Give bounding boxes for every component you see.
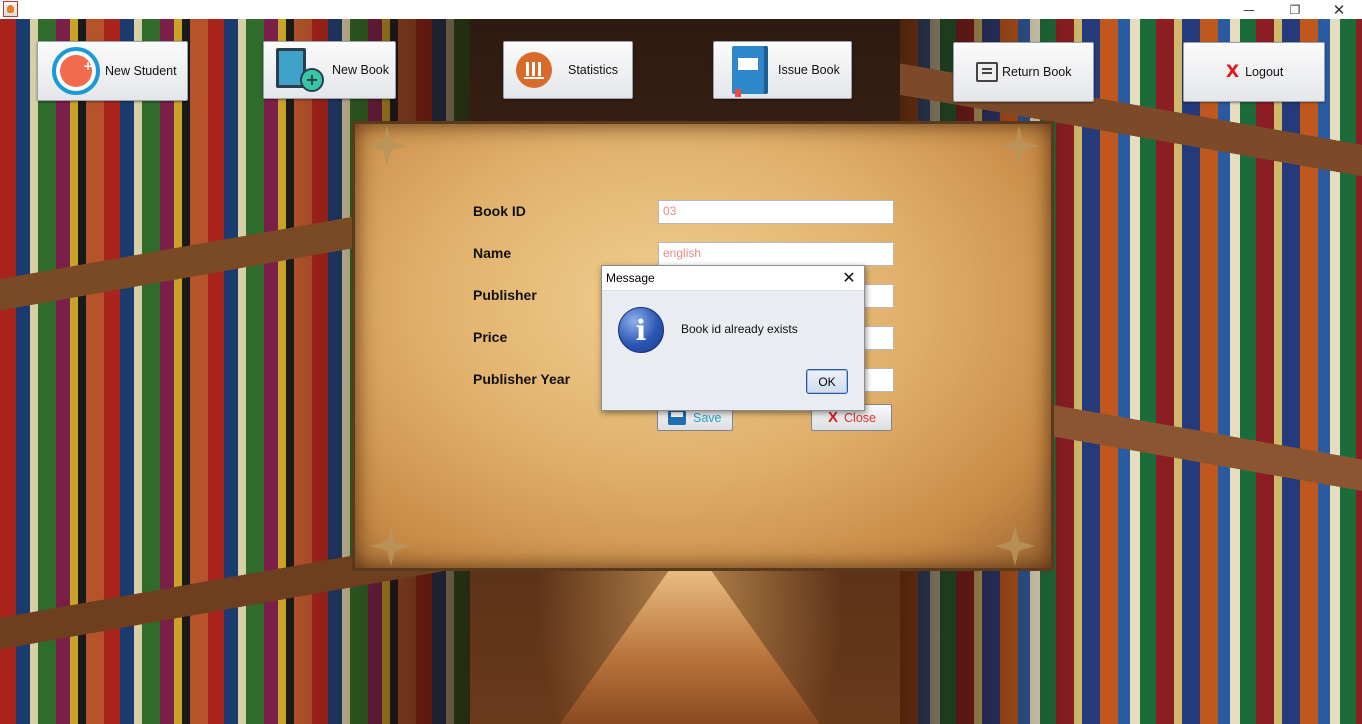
issue-book-button[interactable]: Issue Book — [713, 41, 852, 99]
add-user-icon — [52, 47, 100, 95]
x-icon: X — [1226, 62, 1240, 82]
bar-chart-icon — [516, 52, 552, 88]
statistics-button[interactable]: Statistics — [503, 41, 633, 99]
library-corridor — [560, 559, 820, 724]
book-id-field[interactable]: 03 — [658, 200, 894, 224]
ok-button[interactable]: OK — [806, 369, 848, 394]
info-icon: i — [618, 307, 664, 353]
add-book-icon: + — [276, 46, 326, 94]
dialog-close-icon[interactable]: ✕ — [838, 267, 860, 289]
star-ornament-icon — [367, 126, 407, 166]
dialog-titlebar: Message ✕ — [602, 266, 864, 291]
book-icon — [732, 46, 768, 97]
star-ornament-icon — [995, 526, 1035, 566]
java-app-icon — [3, 1, 18, 17]
new-book-label: New Book — [332, 63, 389, 77]
minimize-button[interactable]: — — [1226, 0, 1272, 19]
return-icon — [976, 62, 998, 82]
message-dialog: Message ✕ i Book id already exists OK — [601, 265, 865, 411]
price-label: Price — [473, 329, 508, 345]
star-ornament-icon — [999, 126, 1039, 166]
logout-label: Logout — [1245, 65, 1284, 79]
book-id-label: Book ID — [473, 203, 526, 219]
return-book-label: Return Book — [1002, 65, 1072, 79]
window-titlebar: — ❐ ✕ — [0, 0, 1362, 19]
dialog-message: Book id already exists — [681, 322, 798, 336]
save-label: Save — [693, 410, 722, 425]
return-book-button[interactable]: Return Book — [953, 42, 1094, 102]
issue-book-label: Issue Book — [778, 63, 840, 77]
star-ornament-icon — [371, 526, 411, 566]
publisher-label: Publisher — [473, 287, 537, 303]
name-label: Name — [473, 245, 512, 261]
name-field[interactable]: english — [658, 242, 894, 266]
window-close-button[interactable]: ✕ — [1316, 0, 1362, 19]
close-label: Close — [844, 410, 876, 425]
dialog-title: Message — [606, 271, 655, 285]
new-student-button[interactable]: New Student — [37, 41, 188, 101]
logout-button[interactable]: X Logout — [1183, 42, 1325, 102]
new-book-button[interactable]: + New Book — [263, 41, 396, 99]
statistics-label: Statistics — [568, 63, 619, 77]
floppy-disk-icon — [668, 410, 686, 425]
publisher-year-label: Publisher Year — [473, 371, 571, 387]
x-icon: X — [828, 409, 839, 426]
restore-button[interactable]: ❐ — [1272, 0, 1318, 19]
new-student-label: New Student — [105, 64, 177, 78]
